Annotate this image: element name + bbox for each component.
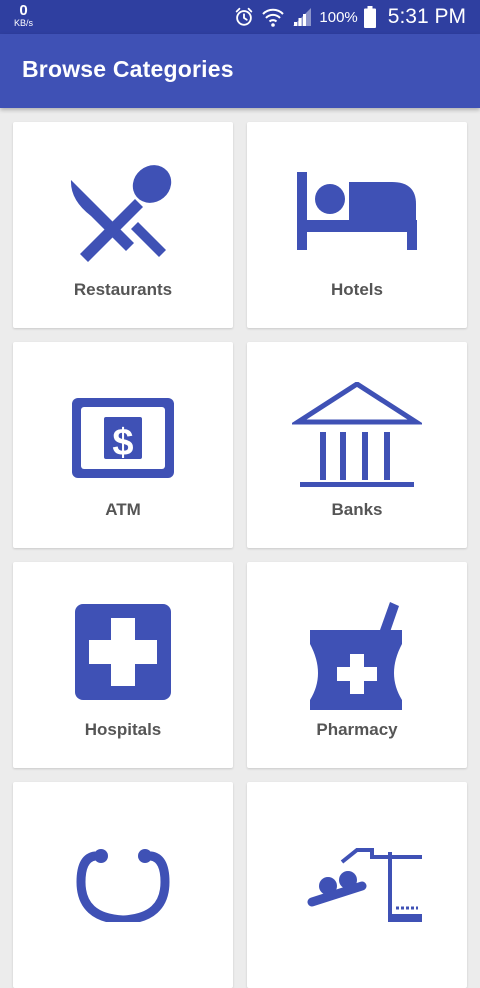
- page-title: Browse Categories: [22, 56, 234, 82]
- category-card-hotels[interactable]: Hotels: [247, 122, 467, 328]
- category-card-atm[interactable]: $ ATM: [13, 342, 233, 548]
- category-label: Restaurants: [73, 280, 173, 299]
- status-bar: 0 KB/s 100% 5:31 PM: [0, 0, 480, 34]
- atm-icon: $: [72, 398, 174, 478]
- category-card-restaurants[interactable]: Restaurants: [13, 122, 233, 328]
- clock: 5:31 PM: [387, 5, 466, 28]
- signal-icon: [293, 8, 312, 26]
- bank-icon: [292, 382, 422, 487]
- fitness-icon: [307, 848, 422, 922]
- category-card-banks[interactable]: Banks: [247, 342, 467, 548]
- category-label: Hospitals: [84, 720, 162, 739]
- wifi-icon: [262, 8, 285, 27]
- battery-percent: 100%: [319, 8, 358, 26]
- network-speed-unit: KB/s: [14, 18, 34, 28]
- category-label: Banks: [331, 500, 383, 519]
- category-card-pharmacy[interactable]: Pharmacy: [247, 562, 467, 768]
- category-card-medical[interactable]: [13, 782, 233, 988]
- pharmacy-icon: [310, 602, 402, 710]
- stethoscope-icon: [76, 849, 170, 922]
- battery-icon: [363, 6, 376, 28]
- app-bar: Browse Categories: [0, 34, 480, 108]
- alarm-icon: [236, 7, 253, 26]
- category-label: ATM: [105, 500, 141, 519]
- category-label: Hotels: [331, 280, 383, 299]
- restaurant-icon: [70, 165, 172, 262]
- hospital-icon: [75, 604, 171, 700]
- category-label: Pharmacy: [316, 720, 398, 739]
- svg-text:$: $: [112, 422, 133, 464]
- category-card-hospitals[interactable]: Hospitals: [13, 562, 233, 768]
- hotel-icon: [297, 172, 417, 250]
- network-speed: 0 KB/s: [14, 3, 33, 28]
- category-card-fitness[interactable]: [247, 782, 467, 988]
- network-speed-value: 0: [19, 2, 28, 19]
